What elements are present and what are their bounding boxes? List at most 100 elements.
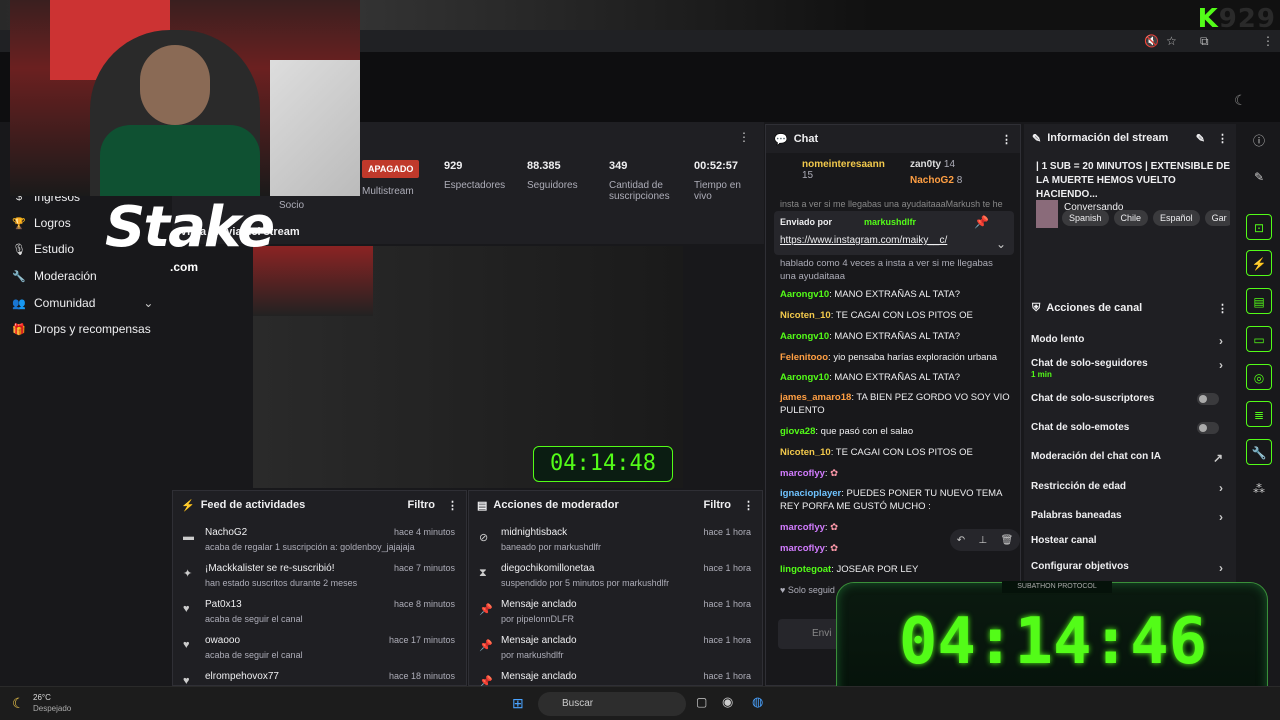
pencil-icon[interactable]: ✎	[1246, 164, 1272, 190]
sidebar-item-drops[interactable]: 🎁 Drops y recompensas	[12, 322, 151, 336]
status-badge: APAGADO	[362, 160, 420, 178]
taskview-icon[interactable]: ▢	[696, 695, 707, 709]
more-icon[interactable]: ⋮	[743, 499, 754, 512]
action-age-restriction[interactable]: Restricción de edad ›	[1031, 481, 1229, 495]
emote: ✿	[830, 468, 839, 479]
action-subs-only[interactable]: Chat de solo-suscriptores	[1031, 393, 1229, 405]
stat-viewers: 929 Espectadores	[444, 160, 506, 191]
more-icon[interactable]: ⋮	[447, 499, 458, 512]
more-icon[interactable]: ⋮	[1217, 302, 1228, 315]
chat-message: Nicoten_10: TE CAGAI CON LOS PITOS OE	[780, 447, 973, 458]
pin-icon[interactable]: ⊥	[978, 535, 987, 546]
chevron-right-icon: ›	[1219, 481, 1223, 495]
feed-filter-button[interactable]: Filtro	[408, 499, 436, 511]
menu-icon[interactable]: ⋮	[1262, 34, 1274, 48]
top-gifter-3: NachoG2 8	[910, 175, 963, 186]
sidebar-item-logros[interactable]: 🏆 Logros	[12, 216, 71, 230]
action-banned-words[interactable]: Palabras baneadas ›	[1031, 510, 1229, 524]
chat-icon[interactable]: ▭	[1246, 326, 1272, 352]
feed-row: ▬ NachoG2 acaba de regalar 1 suscripción a…	[183, 527, 455, 552]
tag[interactable]: Gar	[1204, 210, 1230, 226]
delete-icon[interactable]: 🗑	[1001, 535, 1014, 546]
windows-start-icon[interactable]: ⊞	[512, 695, 524, 712]
info-icon: ✎	[1032, 132, 1042, 145]
tag[interactable]: Español	[1153, 210, 1200, 226]
chevron-down-icon[interactable]: ⌄	[996, 237, 1006, 251]
feed-row: ♥ Pat0x13 acaba de seguir el canal hace 8 m…	[183, 599, 455, 624]
emote: ✿	[830, 543, 839, 554]
capture-icon[interactable]: ⊡	[1246, 214, 1272, 240]
edit-icon[interactable]: ✎	[1196, 132, 1205, 145]
stat-subs: 349 Cantidad de suscripciones	[609, 160, 670, 202]
chat-message: Aarongv10: MANO EXTRAÑAS AL TATA?	[780, 289, 961, 300]
reply-icon[interactable]: ↶	[957, 535, 965, 546]
heart-icon: ♥	[780, 585, 786, 595]
toggle-switch[interactable]	[1197, 393, 1219, 405]
action-host[interactable]: Hostear canal	[1031, 535, 1229, 546]
star-icon: ✦	[183, 568, 193, 580]
chat-icon: 💬	[774, 133, 788, 146]
mod-row: ⧗ diegochikomillonetaa suspendido por 5 mi…	[479, 563, 751, 588]
top-gifter-1: nomeinteresaann 15	[802, 159, 885, 181]
sidebar-item-comunidad[interactable]: 👥 Comunidad ⌄	[12, 296, 153, 310]
sidebar-item-estudio[interactable]: 🎙 Estudio	[12, 242, 74, 256]
taskbar-search[interactable]: Buscar	[538, 692, 686, 716]
preview-timer: 04:14:48	[533, 446, 673, 482]
mod-filter-button[interactable]: Filtro	[704, 499, 732, 511]
toggle-switch[interactable]	[1197, 422, 1219, 434]
stream-title: | 1 SUB = 20 MINUTOS | EXTENSIBLE DE LA …	[1036, 161, 1231, 200]
chevron-right-icon: ›	[1219, 510, 1223, 524]
pinned-message[interactable]: Enviado por markushdlfr 📌 https://www.in…	[774, 211, 1014, 255]
obs-icon[interactable]: ◉	[722, 694, 733, 710]
sidebar-item-moderacion[interactable]: 🔧 Moderación	[12, 269, 97, 283]
astronaut-icon[interactable]: ☾	[1234, 92, 1247, 109]
tag[interactable]: Spanish	[1062, 210, 1109, 226]
feed-title: Feed de actividades	[200, 499, 306, 511]
stake-logo: Stake	[105, 195, 275, 260]
document-icon[interactable]: ▤	[1246, 288, 1272, 314]
mod-row: ⊘ midnightisback baneado por markushdlfr ha…	[479, 527, 751, 552]
top-gifter-2: zan0ty 14	[910, 159, 956, 170]
chat-msg-above-pinned: insta a ver si me llegabas una ayudaitaa…	[780, 199, 1003, 209]
bolt-icon[interactable]: ⚡	[1246, 250, 1272, 276]
action-followers-only[interactable]: Chat de solo-seguidores 1 min ›	[1031, 358, 1229, 380]
mic-icon: 🎙	[12, 243, 26, 256]
gift-icon: 🎁	[12, 323, 26, 336]
heart-icon: ♥	[183, 639, 190, 651]
pin-icon: 📌	[479, 640, 493, 652]
chat-message: lingotegoat: JOSEAR POR LEY	[780, 564, 919, 575]
star-icon[interactable]: ☆	[1166, 34, 1177, 48]
extensions-icon[interactable]: ⧉	[1200, 34, 1209, 49]
wrench-icon[interactable]: 🔧	[1246, 439, 1272, 465]
broadcast-icon[interactable]: ◎	[1246, 364, 1272, 390]
more-icon[interactable]: ⋮	[738, 130, 750, 144]
server-icon[interactable]: ≣	[1246, 401, 1272, 427]
info-icon[interactable]: ⓘ	[1246, 128, 1272, 154]
action-ai-moderation[interactable]: Moderación del chat con IA ↗	[1031, 451, 1229, 465]
socio-label: Socio	[279, 200, 305, 211]
mute-icon[interactable]: 🔇	[1144, 34, 1159, 48]
more-icon[interactable]: ⋮	[1217, 132, 1228, 145]
action-emotes-only[interactable]: Chat de solo-emotes	[1031, 422, 1229, 434]
more-icon[interactable]: ⋮	[1001, 133, 1012, 146]
pinned-link[interactable]: https://www.instagram.com/maiky__c/	[780, 235, 947, 246]
browser-icon[interactable]: ◍	[752, 694, 763, 710]
action-slow-mode[interactable]: Modo lento ›	[1031, 334, 1229, 348]
stat-uptime: 00:52:57 Tiempo en vivo	[694, 160, 741, 202]
action-goals[interactable]: Configurar objetivos ›	[1031, 561, 1229, 575]
stream-preview[interactable]: 04:14:48	[253, 246, 683, 488]
webcam-overlay	[10, 0, 360, 196]
shield-icon: ⛨	[1032, 301, 1041, 314]
mod-row: 📌 Mensaje anclado por markushdlfr hace 1 ho…	[479, 635, 751, 660]
chat-message: Nicoten_10: TE CAGAI CON LOS PITOS OE	[780, 310, 973, 321]
pin-icon[interactable]: 📌	[974, 215, 989, 229]
tag[interactable]: Chile	[1113, 210, 1149, 226]
feed-row: ✦ ¡Mackkalister se re-suscribió! han estad…	[183, 563, 455, 588]
timer-label: SUBATHON PROTOCOL	[1002, 581, 1112, 593]
tags: Spanish Chile Español Gar	[1062, 210, 1230, 226]
stream-info: ✎ Información del stream ✎ ⋮ | 1 SUB = 20 M…	[1024, 124, 1236, 294]
wrench-icon: 🔧	[12, 270, 26, 283]
people-icon[interactable]: ⁂	[1246, 476, 1272, 502]
gift-icon: ▬	[183, 531, 194, 543]
chat-message: james_amaro18: TA BIEN PEZ GORDO VO SOY …	[780, 392, 1010, 416]
